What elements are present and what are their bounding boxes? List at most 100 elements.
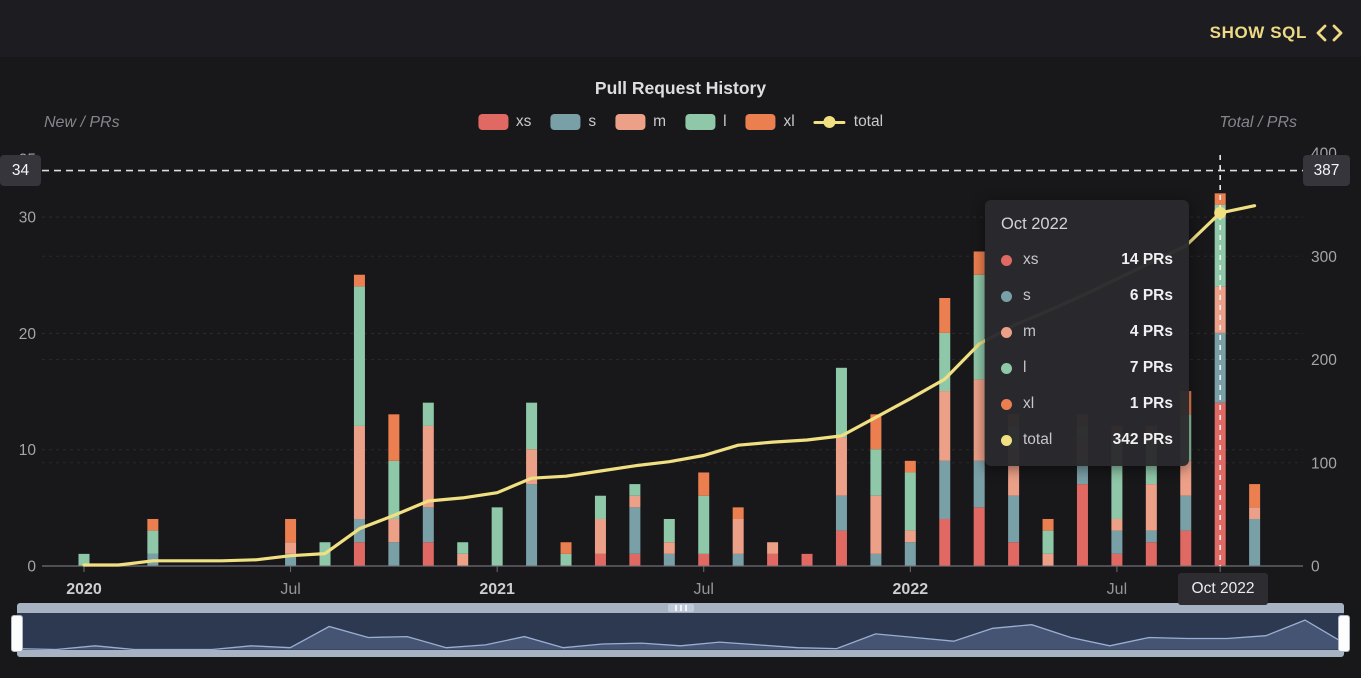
bar-segment-xs[interactable]: [974, 507, 985, 565]
bar-segment-m[interactable]: [629, 496, 640, 508]
bar-segment-s[interactable]: [664, 554, 675, 566]
bar-segment-l[interactable]: [147, 531, 158, 554]
bar-segment-m[interactable]: [870, 496, 881, 554]
bar-segment-m[interactable]: [285, 542, 296, 554]
legend-item-s[interactable]: s: [550, 113, 596, 131]
bar-segment-s[interactable]: [1180, 496, 1191, 531]
bar-segment-xs[interactable]: [629, 554, 640, 566]
bar-segment-s[interactable]: [629, 507, 640, 554]
navigator-scrollbar[interactable]: [17, 603, 1344, 613]
bar-segment-m[interactable]: [423, 426, 434, 507]
bar-segment-xs[interactable]: [1077, 484, 1088, 565]
bar-segment-s[interactable]: [1111, 531, 1122, 554]
bar-segment-m[interactable]: [733, 519, 744, 554]
legend-item-xl[interactable]: xl: [746, 113, 795, 131]
bar-segment-m[interactable]: [354, 426, 365, 519]
bar-segment-m[interactable]: [939, 391, 950, 461]
bar-segment-s[interactable]: [526, 484, 537, 565]
bar-segment-m[interactable]: [1146, 484, 1157, 531]
navigator-body[interactable]: [17, 613, 1344, 650]
bar-segment-xl[interactable]: [388, 414, 399, 461]
bar-segment-xs[interactable]: [595, 554, 606, 566]
bar-segment-s[interactable]: [1008, 496, 1019, 543]
bar-segment-m[interactable]: [664, 542, 675, 554]
bar-segment-xl[interactable]: [939, 298, 950, 333]
bar-segment-s[interactable]: [939, 461, 950, 519]
bar-segment-l[interactable]: [974, 275, 985, 380]
bar-segment-l[interactable]: [561, 554, 572, 566]
bar-segment-xs[interactable]: [802, 554, 813, 566]
legend-item-m[interactable]: m: [615, 113, 666, 131]
navigator-handle-right[interactable]: [1338, 615, 1350, 652]
bar-segment-l[interactable]: [423, 403, 434, 426]
bar-segment-xs[interactable]: [698, 554, 709, 566]
bar-segment-m[interactable]: [836, 438, 847, 496]
bar-segment-xl[interactable]: [354, 275, 365, 287]
tooltip-row-l: l7 PRs: [1001, 350, 1173, 386]
bar-segment-l[interactable]: [1043, 531, 1054, 554]
bar-segment-m[interactable]: [1249, 507, 1260, 519]
bar-segment-xs[interactable]: [354, 542, 365, 565]
bar-segment-xl[interactable]: [733, 507, 744, 519]
bar-segment-xs[interactable]: [1008, 542, 1019, 565]
navigator-bottom-track[interactable]: [17, 650, 1344, 657]
bar-segment-xs[interactable]: [767, 554, 778, 566]
bar-segment-s[interactable]: [423, 507, 434, 542]
bar-segment-xl[interactable]: [1043, 519, 1054, 531]
bar-segment-l[interactable]: [526, 403, 537, 450]
bar-segment-s[interactable]: [870, 554, 881, 566]
bar-segment-l[interactable]: [698, 496, 709, 554]
bar-segment-xl[interactable]: [561, 542, 572, 554]
bar-segment-s[interactable]: [388, 542, 399, 565]
bar-segment-s[interactable]: [974, 461, 985, 508]
legend-item-xs[interactable]: xs: [478, 113, 532, 131]
top-bar: SHOW SQL: [0, 0, 1361, 57]
bar-segment-m[interactable]: [1043, 554, 1054, 566]
bar-segment-l[interactable]: [664, 519, 675, 542]
tooltip: Oct 2022 xs14 PRss6 PRsm4 PRsl7 PRsxl1 P…: [985, 200, 1189, 466]
bar-segment-m[interactable]: [974, 379, 985, 460]
bar-segment-l[interactable]: [595, 496, 606, 519]
bar-segment-xs[interactable]: [1180, 531, 1191, 566]
bar-segment-l[interactable]: [870, 449, 881, 496]
navigator-grip[interactable]: [668, 604, 694, 612]
bar-segment-s[interactable]: [1146, 531, 1157, 543]
bar-segment-l[interactable]: [388, 461, 399, 519]
legend-label: m: [653, 113, 666, 131]
x-axis-label: Jul: [694, 581, 714, 598]
bar-segment-m[interactable]: [457, 554, 468, 566]
bar-segment-s[interactable]: [733, 554, 744, 566]
bar-segment-m[interactable]: [767, 542, 778, 554]
bar-segment-l[interactable]: [905, 472, 916, 530]
bar-segment-xl[interactable]: [1249, 484, 1260, 507]
bar-segment-l[interactable]: [836, 368, 847, 438]
bar-segment-xl[interactable]: [698, 472, 709, 495]
bar-segment-xl[interactable]: [147, 519, 158, 531]
bar-segment-l[interactable]: [629, 484, 640, 496]
bar-segment-l[interactable]: [354, 286, 365, 426]
navigator-handle-left[interactable]: [11, 615, 23, 652]
bar-segment-l[interactable]: [492, 507, 503, 565]
bar-segment-s[interactable]: [836, 496, 847, 531]
bar-segment-xl[interactable]: [905, 461, 916, 473]
bar-segment-s[interactable]: [1249, 519, 1260, 566]
bar-segment-xl[interactable]: [285, 519, 296, 542]
bar-segment-xs[interactable]: [1146, 542, 1157, 565]
legend-item-l[interactable]: l: [685, 113, 726, 131]
bar-segment-xl[interactable]: [974, 251, 985, 274]
bar-segment-xs[interactable]: [939, 519, 950, 566]
bar-segment-m[interactable]: [388, 519, 399, 542]
bar-segment-m[interactable]: [595, 519, 606, 554]
right-axis-name: Total / PRs: [1219, 114, 1297, 132]
legend-item-total[interactable]: total: [814, 113, 883, 131]
bar-segment-m[interactable]: [1180, 461, 1191, 496]
bar-segment-xs[interactable]: [423, 542, 434, 565]
show-sql-button[interactable]: SHOW SQL: [1204, 22, 1349, 44]
bar-segment-xs[interactable]: [1111, 554, 1122, 566]
bar-segment-m[interactable]: [905, 531, 916, 543]
tooltip-title: Oct 2022: [1001, 215, 1173, 234]
bar-segment-xs[interactable]: [836, 531, 847, 566]
bar-segment-m[interactable]: [1111, 519, 1122, 531]
bar-segment-s[interactable]: [905, 542, 916, 565]
bar-segment-l[interactable]: [457, 542, 468, 554]
